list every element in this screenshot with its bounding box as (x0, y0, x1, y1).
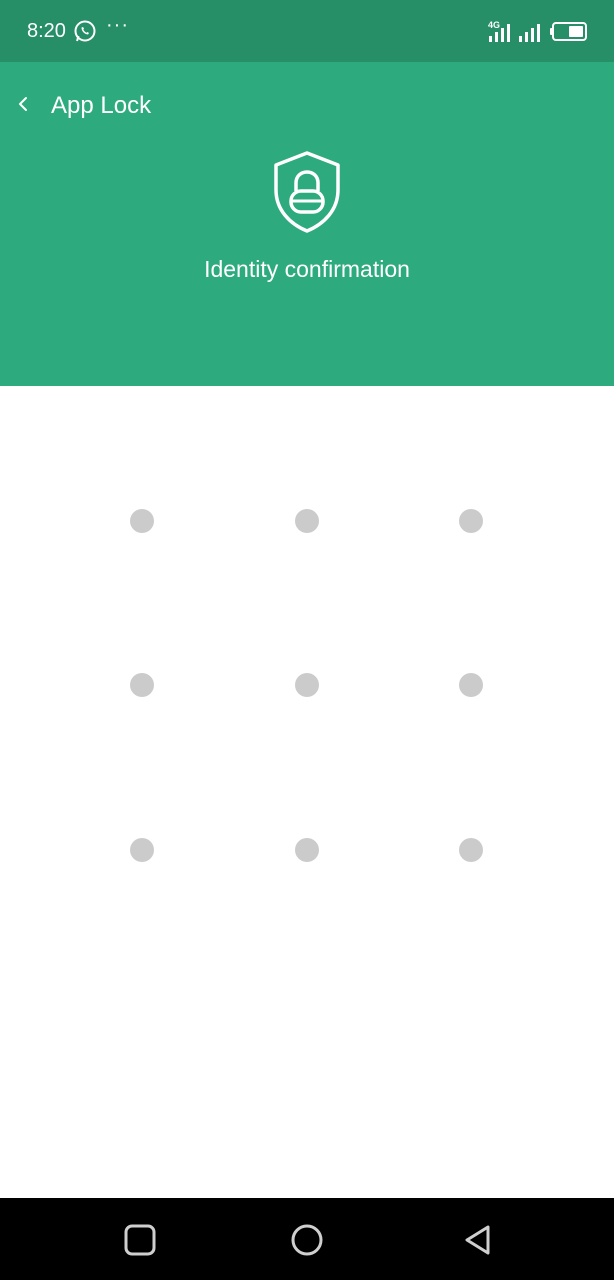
identity-confirmation-text: Identity confirmation (204, 256, 410, 282)
signal-icon (519, 24, 540, 42)
pattern-dot-9[interactable] (459, 838, 483, 862)
pattern-dot-1[interactable] (130, 509, 154, 533)
pattern-dot-4[interactable] (130, 673, 154, 697)
network-type-label: 4G (488, 20, 501, 30)
battery-icon (550, 22, 587, 41)
recent-apps-icon[interactable] (120, 1220, 160, 1260)
pattern-dot-3[interactable] (459, 509, 483, 533)
more-notifications-icon: ··· (106, 14, 129, 36)
pattern-dot-5[interactable] (295, 673, 319, 697)
page-title: App Lock (51, 92, 152, 119)
signal-icon: 4G (488, 20, 510, 42)
header: App Lock Identity confirmation (0, 62, 614, 386)
chevron-left-icon[interactable] (12, 88, 36, 120)
pattern-dot-2[interactable] (295, 509, 319, 533)
pattern-dot-6[interactable] (459, 673, 483, 697)
navigation-bar (0, 1198, 614, 1280)
pattern-dot-8[interactable] (295, 838, 319, 862)
whatsapp-icon (74, 20, 96, 42)
shield-lock-icon (274, 151, 340, 233)
status-time: 8:20 (27, 20, 66, 42)
home-icon[interactable] (287, 1220, 327, 1260)
status-bar: 8:20 ··· 4G (0, 0, 614, 62)
back-icon[interactable] (458, 1220, 498, 1260)
pattern-dot-7[interactable] (130, 838, 154, 862)
